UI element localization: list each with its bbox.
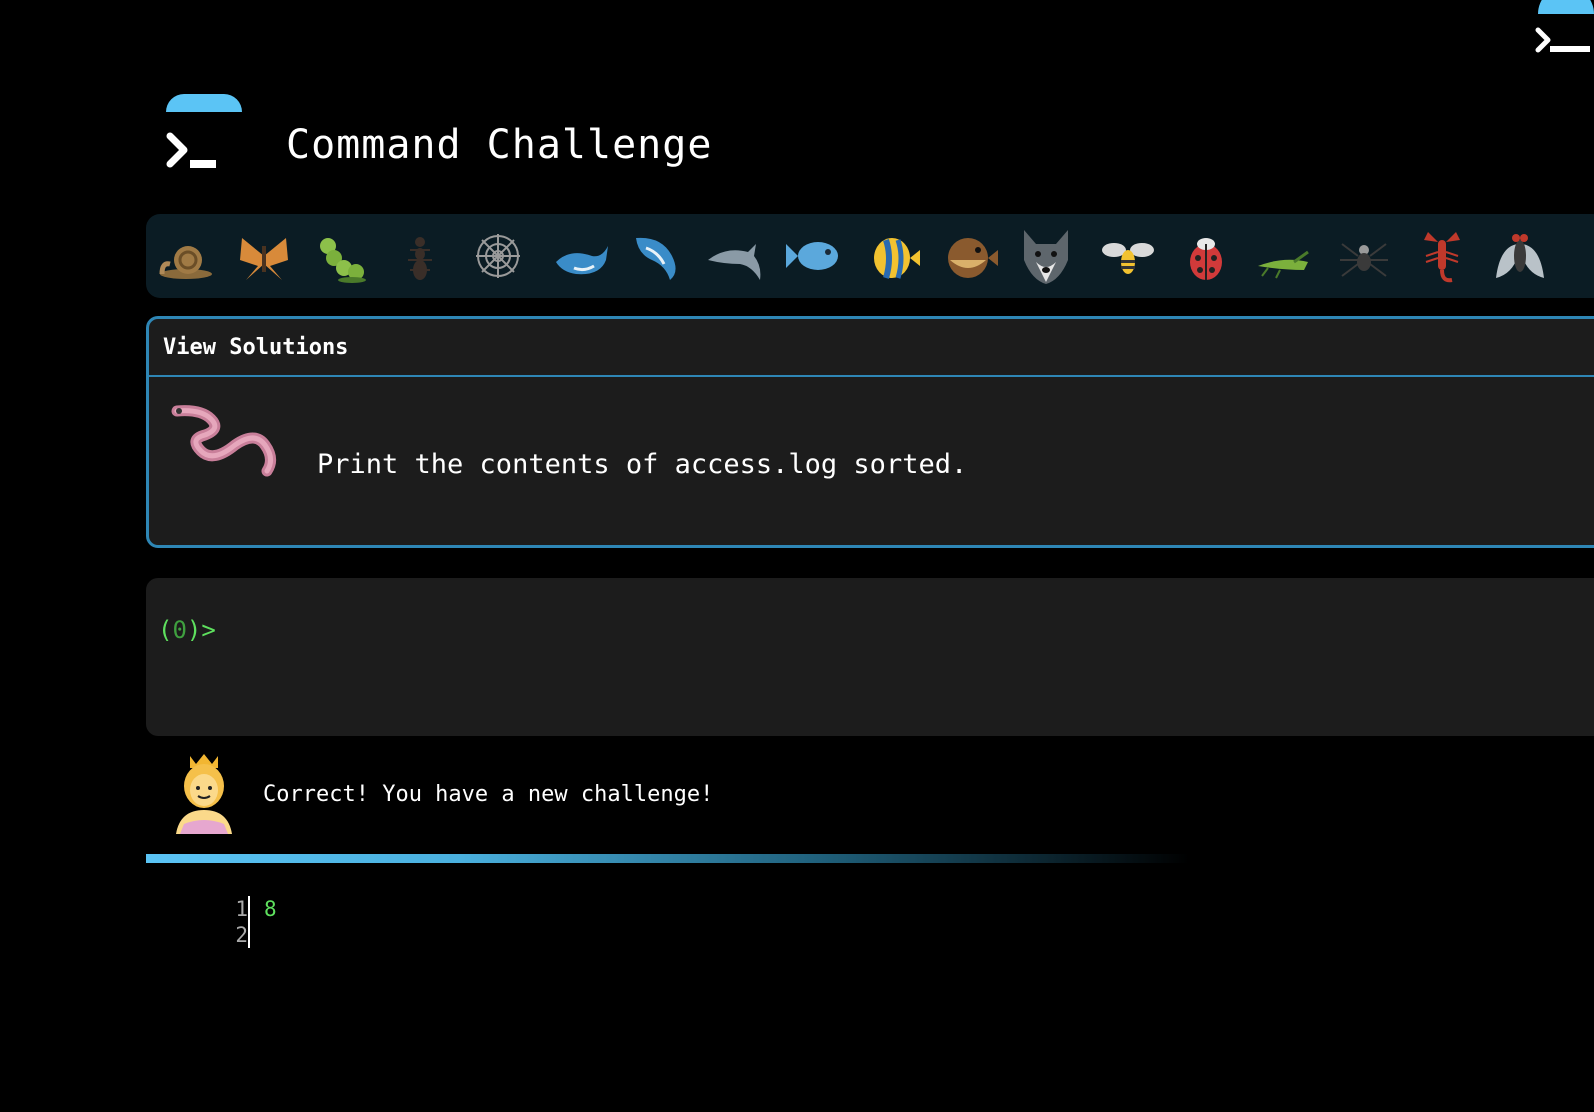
spider-icon[interactable] (1332, 224, 1396, 288)
terminal[interactable]: (0)> (146, 578, 1594, 736)
view-solutions-link[interactable]: View Solutions (163, 335, 348, 360)
command-input[interactable] (236, 612, 1540, 648)
butterfly-icon[interactable] (232, 224, 296, 288)
gutter-divider (248, 896, 250, 948)
challenge-panel: View Solutions Print the contents of acc… (146, 316, 1594, 548)
princess-icon (170, 752, 238, 834)
tropical-fish-icon[interactable] (860, 224, 924, 288)
whale-icon[interactable] (550, 224, 614, 288)
cricket-icon[interactable] (1252, 224, 1316, 288)
progress-bar (146, 854, 1594, 863)
badge-strip (146, 214, 1594, 298)
worm-icon (171, 405, 283, 489)
line-numbers: 1 2 (235, 897, 248, 947)
ant-icon[interactable] (388, 224, 452, 288)
progress-fill (146, 854, 1189, 863)
spider-web-icon[interactable] (466, 224, 530, 288)
header: Command Challenge (162, 92, 862, 192)
page-title: Command Challenge (286, 122, 713, 168)
fly-icon[interactable] (1488, 224, 1552, 288)
bee-icon[interactable] (1096, 224, 1160, 288)
snail-icon[interactable] (154, 224, 218, 288)
whale-2-icon[interactable] (624, 224, 688, 288)
panel-header: View Solutions (149, 319, 1594, 377)
wolf-icon[interactable] (1014, 224, 1078, 288)
caterpillar-icon[interactable] (310, 224, 374, 288)
feedback-message: Correct! You have a new challenge! (263, 782, 714, 807)
corner-logo-icon (1530, 0, 1594, 60)
scorpion-icon[interactable] (1410, 224, 1474, 288)
ladybug-icon[interactable] (1174, 224, 1238, 288)
blowfish-icon[interactable] (938, 224, 1002, 288)
output-lines: 8 (264, 897, 277, 921)
challenge-text: Print the contents of access.log sorted. (317, 449, 968, 480)
page: Command Challenge View Solutions Print t… (0, 0, 1594, 1112)
fish-icon[interactable] (782, 224, 846, 288)
terminal-prompt: (0)> (158, 616, 216, 644)
dolphin-icon[interactable] (704, 224, 768, 288)
terminal-prompt-icon[interactable] (162, 92, 246, 176)
prompt-counter: 0 (172, 616, 187, 644)
